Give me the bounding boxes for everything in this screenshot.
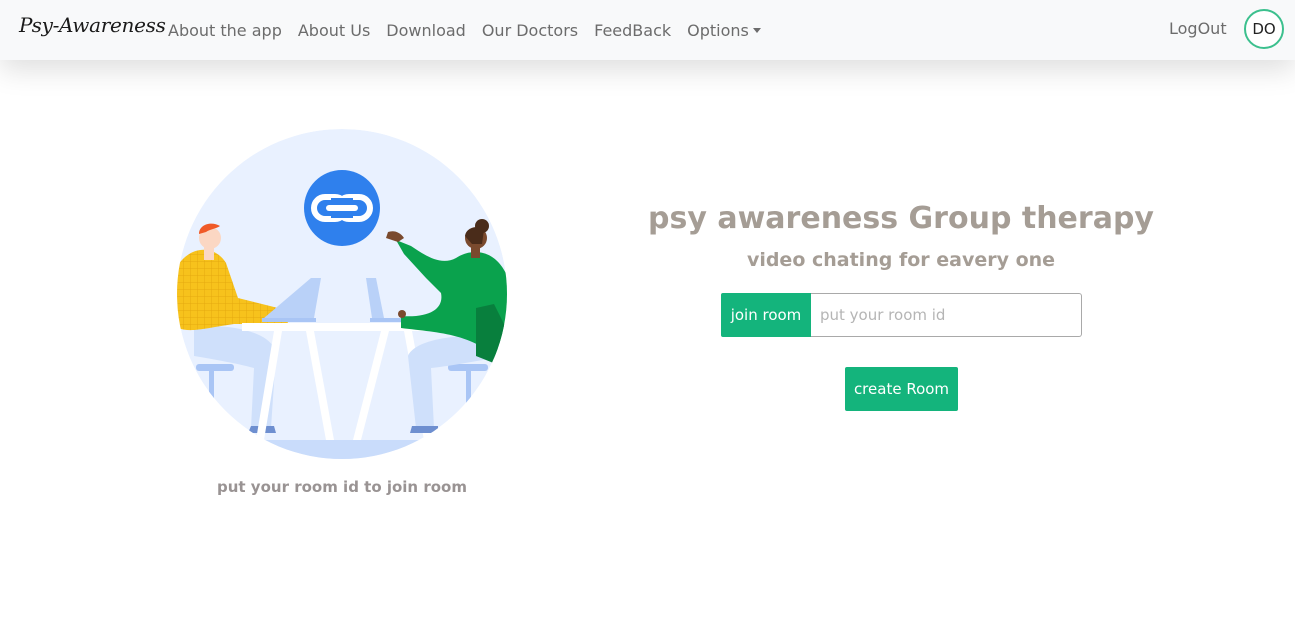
nav-link-feedback[interactable]: FeedBack [586,21,679,40]
user-avatar[interactable]: DO [1244,9,1284,49]
nav-links: About the app About Us Download Our Doct… [160,0,769,60]
options-dropdown[interactable]: Options [679,21,769,40]
brand-logo[interactable]: Psy-Awareness [19,13,166,37]
illustration-svg [177,129,507,459]
top-navbar: Psy-Awareness About the app About Us Dow… [0,0,1295,60]
nav-link-about-app[interactable]: About the app [160,21,290,40]
meeting-illustration [176,128,508,460]
join-room-button[interactable]: join room [721,293,811,337]
join-room-group: join room [721,293,1082,337]
join-room-label: join room [730,306,802,324]
options-label: Options [687,20,749,40]
illustration-caption: put your room id to join room [217,478,467,496]
page-subtitle: video chating for eavery one [746,249,1056,271]
nav-link-our-doctors[interactable]: Our Doctors [474,21,586,40]
page-title: psy awareness Group therapy [648,201,1154,236]
nav-link-download[interactable]: Download [378,21,474,40]
avatar-initials: DO [1252,20,1276,38]
create-room-button[interactable]: create Room [845,367,958,411]
create-room-label: create Room [853,380,950,398]
room-id-input[interactable] [811,293,1082,337]
logout-link[interactable]: LogOut [1169,19,1227,38]
caret-down-icon [752,27,761,33]
nav-link-about-us[interactable]: About Us [290,21,378,40]
